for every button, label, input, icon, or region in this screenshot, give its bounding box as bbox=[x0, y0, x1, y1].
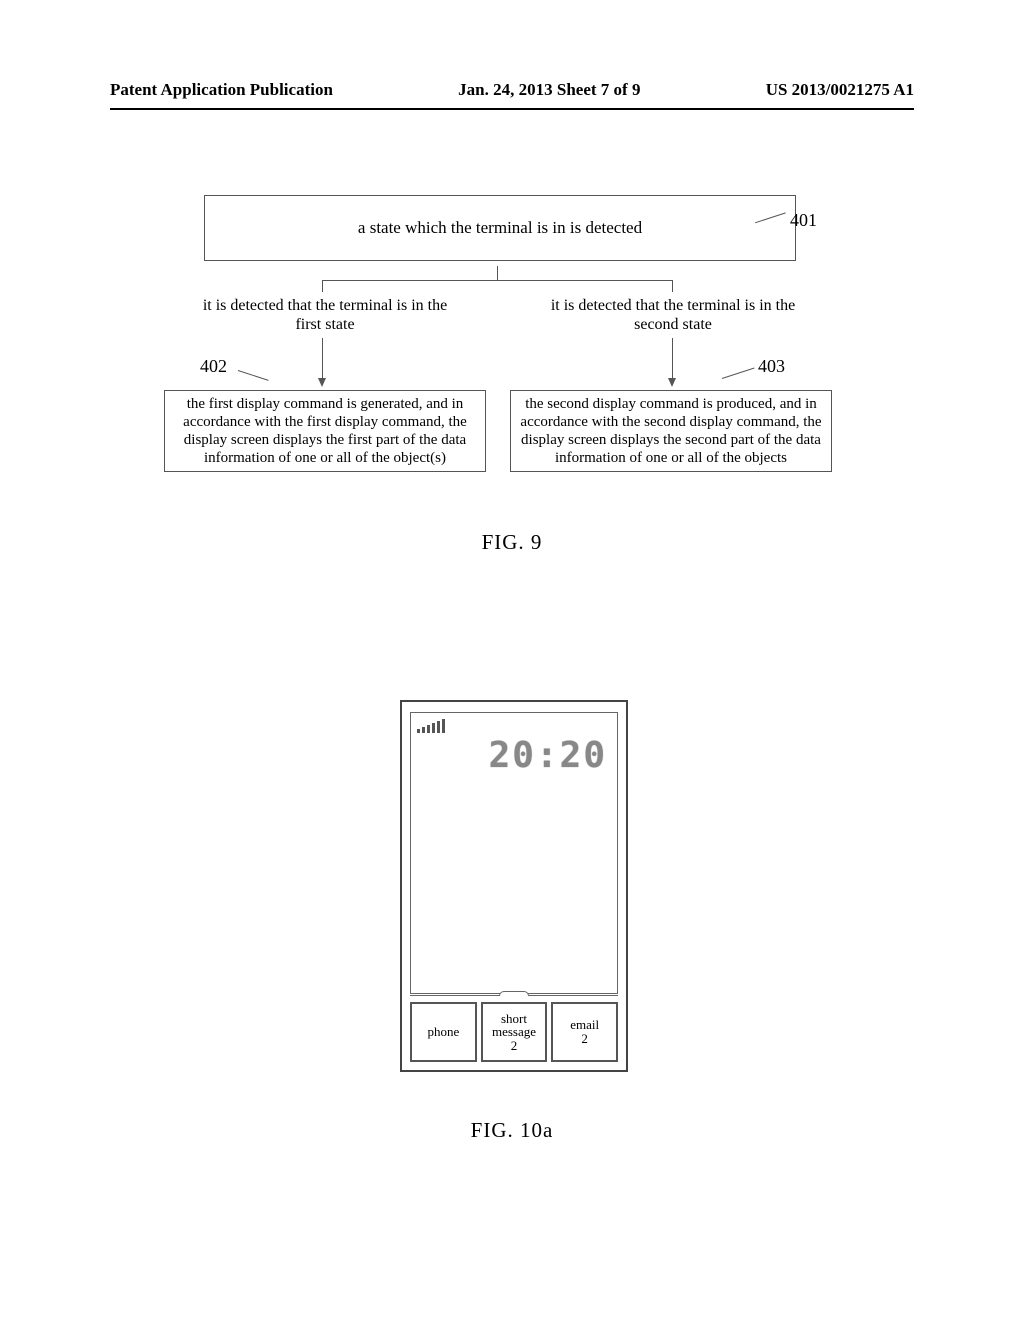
flow-box-402: the first display command is generated, … bbox=[164, 390, 486, 472]
clock-display: 20:20 bbox=[489, 735, 607, 776]
dock-item-short-message[interactable]: short message 2 bbox=[481, 1002, 548, 1062]
branch-label-right: it is detected that the terminal is in t… bbox=[538, 296, 808, 334]
figure-label-9: FIG. 9 bbox=[0, 530, 1024, 555]
flowchart-fig9: a state which the terminal is in is dete… bbox=[180, 195, 820, 261]
flow-box-402-text: the first display command is generated, … bbox=[183, 396, 467, 466]
ref-num-402: 402 bbox=[200, 356, 227, 377]
header-center: Jan. 24, 2013 Sheet 7 of 9 bbox=[458, 80, 640, 100]
dock-count: 2 bbox=[511, 1039, 518, 1053]
leader-line-403 bbox=[722, 368, 755, 379]
phone-screen: 20:20 bbox=[410, 712, 618, 994]
page-header: Patent Application Publication Jan. 24, … bbox=[110, 80, 914, 100]
connector-line bbox=[322, 280, 323, 292]
dock-label: email bbox=[570, 1018, 599, 1032]
dock-item-email[interactable]: email 2 bbox=[551, 1002, 618, 1062]
leader-line-402 bbox=[238, 370, 269, 381]
header-left: Patent Application Publication bbox=[110, 80, 333, 100]
dock-count: 2 bbox=[581, 1032, 588, 1046]
signal-icon bbox=[417, 719, 445, 733]
connector-line bbox=[322, 338, 323, 380]
ref-num-401: 401 bbox=[790, 210, 817, 231]
arrowhead-icon bbox=[318, 378, 326, 387]
connector-line bbox=[322, 280, 672, 281]
flow-box-401: a state which the terminal is in is dete… bbox=[204, 195, 796, 261]
phone-frame: 20:20 phone short message 2 email 2 bbox=[400, 700, 628, 1072]
branch-label-left: it is detected that the terminal is in t… bbox=[190, 296, 460, 334]
header-right: US 2013/0021275 A1 bbox=[766, 80, 914, 100]
dock-label: phone bbox=[427, 1025, 459, 1039]
flow-box-403: the second display command is produced, … bbox=[510, 390, 832, 472]
connector-line bbox=[672, 338, 673, 380]
dock-item-phone[interactable]: phone bbox=[410, 1002, 477, 1062]
app-dock: phone short message 2 email 2 bbox=[410, 1002, 618, 1062]
arrowhead-icon bbox=[668, 378, 676, 387]
header-rule bbox=[110, 108, 914, 110]
figure-label-10a: FIG. 10a bbox=[0, 1118, 1024, 1143]
ref-num-403: 403 bbox=[758, 356, 785, 377]
dock-label: short message bbox=[483, 1012, 546, 1039]
flow-box-403-text: the second display command is produced, … bbox=[520, 396, 821, 466]
connector-line bbox=[497, 266, 498, 280]
drawer-handle-icon bbox=[499, 991, 529, 996]
connector-line bbox=[672, 280, 673, 292]
flow-box-401-text: a state which the terminal is in is dete… bbox=[358, 218, 642, 237]
